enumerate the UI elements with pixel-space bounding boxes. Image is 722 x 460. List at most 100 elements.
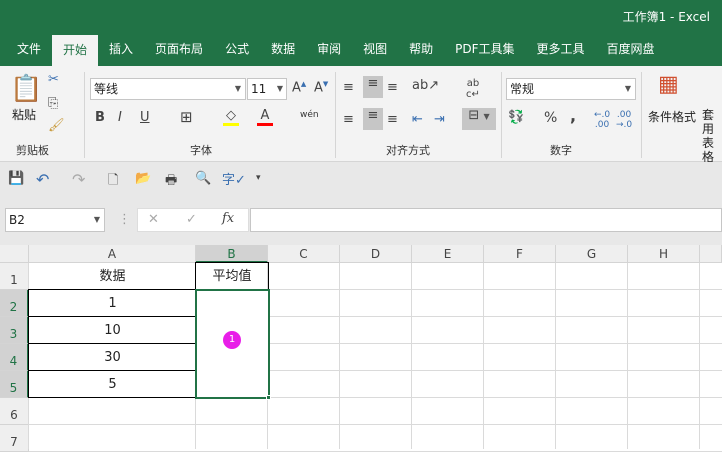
row-header-5[interactable]: 5 <box>0 371 29 398</box>
tab-11[interactable]: 百度网盘 <box>596 33 666 66</box>
column-header-A[interactable]: A <box>29 245 196 263</box>
more-icon: ⋮ <box>118 212 131 227</box>
number-format-select[interactable]: 常规 ▼ <box>506 78 636 100</box>
conditional-format-icon[interactable]: ▦ <box>658 72 679 97</box>
fill-handle[interactable] <box>266 395 271 400</box>
undo-icon[interactable]: ↶ <box>36 170 49 189</box>
select-all[interactable] <box>0 245 29 263</box>
tab-4[interactable]: 公式 <box>214 33 260 66</box>
row-header-6[interactable]: 6 <box>0 398 29 425</box>
quick-access-toolbar: 💾 ↶ ↷ 🗋 📂 🖶 🔍 字✓ ▾ <box>0 162 722 198</box>
cell-A3[interactable]: 10 <box>29 317 196 344</box>
cancel-icon[interactable]: ✕ <box>148 212 159 227</box>
name-box[interactable]: B2 ▼ <box>5 208 105 232</box>
row-header-3[interactable]: 3 <box>0 317 29 344</box>
column-header-D[interactable]: D <box>340 245 412 263</box>
new-file-icon[interactable]: 🗋 <box>108 171 118 193</box>
comma-button[interactable]: , <box>570 106 576 125</box>
copy-icon[interactable]: ⎘ <box>48 96 58 111</box>
accounting-format-icon[interactable]: 💱 <box>508 110 524 125</box>
spreadsheet-grid[interactable]: A B C D E F G H 1 2 3 4 5 6 7 数据 平均值 1 10 30 5 1 <box>0 245 722 452</box>
cut-icon[interactable]: ✂ <box>48 72 59 87</box>
marker-badge: 1 <box>223 331 241 349</box>
phonetic-icon[interactable]: wén <box>300 110 319 120</box>
row-header-4[interactable]: 4 <box>0 344 29 371</box>
tab-1[interactable]: 开始 <box>52 35 99 66</box>
cell-A5[interactable]: 5 <box>29 371 196 398</box>
tab-2[interactable]: 插入 <box>98 33 144 66</box>
gridline-v <box>339 263 340 449</box>
number-group-label: 数字 <box>550 144 572 157</box>
gridline-v <box>627 263 628 449</box>
open-folder-icon[interactable]: 📂 <box>135 171 151 186</box>
row-header-1[interactable]: 1 <box>0 263 29 290</box>
italic-button[interactable]: I <box>118 110 122 125</box>
column-header-C[interactable]: C <box>268 245 340 263</box>
percent-button[interactable]: % <box>544 110 557 126</box>
align-center-icon[interactable]: ≡ <box>363 108 383 130</box>
row-header-7[interactable]: 7 <box>0 425 29 452</box>
customize-qat-icon[interactable]: ▾ <box>256 173 261 183</box>
orientation-icon[interactable]: ab↗ <box>412 78 439 93</box>
borders-icon[interactable]: ⊞ <box>180 108 193 126</box>
merge-center-icon[interactable]: ⊟ ▼ <box>462 108 496 130</box>
column-header-E[interactable]: E <box>412 245 484 263</box>
font-name-select[interactable]: 等线 ▼ <box>90 78 246 100</box>
tab-9[interactable]: PDF工具集 <box>444 33 525 66</box>
cell-A2[interactable]: 1 <box>29 290 196 317</box>
clipboard-group-label: 剪贴板 <box>16 144 49 157</box>
column-header-G[interactable]: G <box>556 245 628 263</box>
number-format-value: 常规 <box>510 82 535 96</box>
align-left-icon[interactable]: ≡ <box>343 112 354 127</box>
column-header-extra[interactable] <box>700 245 722 263</box>
wrap-text-icon[interactable]: ab c↵ <box>466 78 480 100</box>
increase-font-icon[interactable]: A▲ <box>292 80 306 95</box>
column-header-B[interactable]: B <box>196 245 268 263</box>
underline-button[interactable]: U <box>140 110 150 125</box>
tab-7[interactable]: 视图 <box>352 33 398 66</box>
paste-icon[interactable]: 📋 <box>10 74 42 104</box>
format-painter-icon[interactable]: 🖌 <box>48 118 65 133</box>
decrease-font-icon[interactable]: A▼ <box>314 80 328 95</box>
spelling-icon[interactable]: 字✓ <box>222 169 246 188</box>
increase-indent-icon[interactable]: ⇥ <box>434 112 445 127</box>
save-icon[interactable]: 💾 <box>8 171 24 186</box>
paste-button[interactable]: 粘贴 <box>12 106 36 123</box>
font-color-icon[interactable]: A <box>257 108 273 126</box>
print-preview-icon[interactable]: 🔍 <box>195 171 211 186</box>
tab-0[interactable]: 文件 <box>6 33 52 66</box>
increase-decimal-icon[interactable]: ←.0.00 <box>594 110 610 130</box>
gridline-v <box>555 263 556 449</box>
fill-color-icon[interactable]: ◇ <box>223 108 239 126</box>
decrease-decimal-icon[interactable]: .00 →.0 <box>616 110 632 130</box>
bold-button[interactable]: B <box>95 110 105 125</box>
tab-6[interactable]: 审阅 <box>306 33 352 66</box>
align-top-icon[interactable]: ≡ <box>343 80 354 95</box>
ribbon-tabs: 文件 开始 插入 页面布局 公式 数据 审阅 视图 帮助 PDF工具集 更多工具 百度网盘 <box>0 33 722 66</box>
font-size-select[interactable]: 11 ▼ <box>247 78 287 100</box>
redo-icon[interactable]: ↷ <box>72 170 85 189</box>
name-box-value: B2 <box>9 213 25 227</box>
enter-icon[interactable]: ✓ <box>186 212 197 227</box>
column-header-F[interactable]: F <box>484 245 556 263</box>
formula-input[interactable] <box>250 208 722 232</box>
align-middle-icon[interactable]: ≡ <box>363 76 383 98</box>
cell-A4[interactable]: 30 <box>29 344 196 371</box>
align-right-icon[interactable]: ≡ <box>387 112 398 127</box>
tab-10[interactable]: 更多工具 <box>526 33 596 66</box>
tab-8[interactable]: 帮助 <box>398 33 444 66</box>
align-bottom-icon[interactable]: ≡ <box>387 80 398 95</box>
cell-B1[interactable]: 平均值 <box>196 263 268 290</box>
column-header-H[interactable]: H <box>628 245 700 263</box>
decrease-indent-icon[interactable]: ⇤ <box>412 112 423 127</box>
gridline-v <box>483 263 484 449</box>
gridline-h <box>29 424 722 425</box>
print-icon[interactable]: 🖶 <box>165 171 177 193</box>
window-title: 工作簿1 - Excel <box>622 10 710 24</box>
cell-A1[interactable]: 数据 <box>29 263 196 290</box>
conditional-format-button[interactable]: 条件格式 <box>648 108 696 125</box>
tab-5[interactable]: 数据 <box>260 33 306 66</box>
row-header-2[interactable]: 2 <box>0 290 29 317</box>
insert-function-button[interactable]: fx <box>222 211 234 226</box>
tab-3[interactable]: 页面布局 <box>144 33 214 66</box>
